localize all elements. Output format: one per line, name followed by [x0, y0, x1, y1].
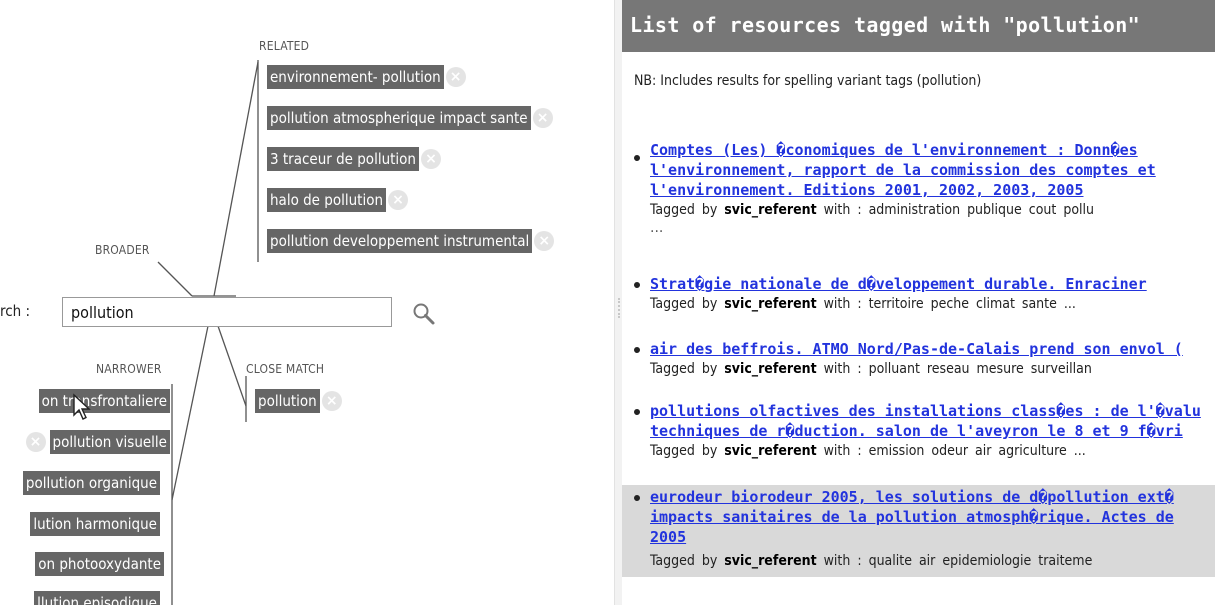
- tag-chip[interactable]: pollution organique: [22, 471, 160, 495]
- tag-chip[interactable]: on transfrontaliere: [38, 389, 170, 413]
- list-item: Strat�gie nationale de d�veloppement dur…: [622, 274, 1215, 314]
- tag-user[interactable]: svic_referent: [724, 202, 816, 218]
- resource-link[interactable]: 2005: [650, 527, 1215, 547]
- bullet: [634, 409, 640, 415]
- close-match-label: CLOSE MATCH: [246, 362, 325, 376]
- remove-tag-icon[interactable]: ×: [321, 391, 342, 411]
- tag-list[interactable]: qualite air epidemiologie traiteme: [869, 553, 1093, 569]
- bullet: [634, 495, 640, 501]
- tag-user[interactable]: svic_referent: [724, 553, 816, 569]
- tag-chip[interactable]: 3 traceur de pollution: [267, 147, 419, 171]
- with-word: with :: [823, 443, 862, 459]
- tagged-prefix: Tagged by: [650, 361, 718, 377]
- narrower-label: NARROWER: [96, 362, 162, 376]
- remove-tag-icon[interactable]: ×: [534, 231, 555, 251]
- mouse-pointer-icon: [73, 393, 91, 420]
- tag-list[interactable]: territoire peche climat sante ...: [869, 296, 1076, 312]
- resource-link[interactable]: Comptes (Les) �conomiques de l'environne…: [650, 140, 1215, 160]
- narrower-tag[interactable]: pollution organique: [22, 470, 160, 496]
- tag-chip[interactable]: lution harmonique: [30, 512, 160, 536]
- with-word: with :: [823, 553, 862, 569]
- remove-tag-icon[interactable]: ×: [388, 190, 408, 210]
- tag-chip[interactable]: halo de pollution: [267, 188, 386, 212]
- tagged-prefix: Tagged by: [650, 296, 718, 312]
- tagged-prefix: Tagged by: [650, 553, 718, 569]
- tag-chip[interactable]: on photooxydante: [35, 552, 164, 576]
- resource-link[interactable]: pollutions olfactives des installations …: [650, 401, 1215, 421]
- results-panel: List of resources tagged with "pollution…: [622, 0, 1215, 605]
- resource-link[interactable]: l'environnement. Editions 2001, 2002, 20…: [650, 180, 1215, 200]
- search-field[interactable]: [62, 297, 392, 327]
- spelling-variant-note: NB: Includes results for spelling varian…: [634, 73, 982, 89]
- related-tag[interactable]: pollution atmospherique impact sante ×: [267, 105, 553, 131]
- narrower-tag[interactable]: × pollution visuelle: [25, 429, 170, 455]
- close-match-tag[interactable]: pollution ×: [255, 388, 342, 414]
- tag-chip[interactable]: llution episodique: [34, 591, 160, 605]
- narrower-tag[interactable]: lution harmonique: [30, 511, 160, 537]
- with-word: with :: [823, 202, 862, 218]
- tag-chip[interactable]: pollution atmospherique impact sante: [267, 106, 531, 130]
- list-item: pollutions olfactives des installations …: [622, 401, 1215, 461]
- with-word: with :: [823, 361, 862, 377]
- tag-chip[interactable]: pollution: [255, 389, 320, 413]
- resource-link[interactable]: eurodeur biorodeur 2005, les solutions d…: [650, 487, 1215, 507]
- resource-link[interactable]: techniques de r�duction. salon de l'avey…: [650, 421, 1215, 441]
- resource-link[interactable]: Strat�gie nationale de d�veloppement dur…: [650, 274, 1215, 294]
- list-item-highlighted: eurodeur biorodeur 2005, les solutions d…: [622, 485, 1215, 577]
- search-label: rch :: [0, 302, 31, 320]
- related-tag[interactable]: pollution developpement instrumental ×: [267, 228, 555, 254]
- tag-list[interactable]: administration publique cout pollu: [869, 202, 1094, 218]
- remove-tag-icon[interactable]: ×: [445, 67, 466, 87]
- tag-user[interactable]: svic_referent: [724, 361, 816, 377]
- list-item: Comptes (Les) �conomiques de l'environne…: [622, 140, 1215, 236]
- remove-tag-icon[interactable]: ×: [25, 432, 46, 452]
- narrower-tag[interactable]: llution episodique: [34, 590, 160, 605]
- tagged-by-line: Tagged by svic_referent with : territoir…: [650, 294, 1215, 314]
- related-tag[interactable]: halo de pollution ×: [267, 187, 408, 213]
- tag-list[interactable]: emission odeur air agriculture ...: [869, 443, 1086, 459]
- tagged-by-line: Tagged by svic_referent with : polluant …: [650, 359, 1215, 379]
- bullet: [634, 282, 640, 288]
- resource-link[interactable]: impacts sanitaires de la pollution atmos…: [650, 507, 1215, 527]
- tag-graph-panel: RELATED BROADER NARROWER CLOSE MATCH env…: [0, 0, 610, 605]
- tag-list[interactable]: polluant reseau mesure surveillan: [869, 361, 1092, 377]
- with-word: with :: [823, 296, 862, 312]
- tag-user[interactable]: svic_referent: [724, 296, 816, 312]
- resource-link[interactable]: l'environnement, rapport de la commissio…: [650, 160, 1215, 180]
- bullet: [634, 347, 640, 353]
- tagged-prefix: Tagged by: [650, 443, 718, 459]
- tag-chip[interactable]: pollution visuelle: [49, 430, 170, 454]
- tagged-by-line: Tagged by svic_referent with : qualite a…: [650, 551, 1215, 571]
- related-tag[interactable]: environnement- pollution ×: [267, 64, 466, 90]
- related-tag[interactable]: 3 traceur de pollution ×: [267, 146, 441, 172]
- remove-tag-icon[interactable]: ×: [420, 149, 441, 169]
- narrower-tag[interactable]: on transfrontaliere: [38, 388, 170, 414]
- related-label: RELATED: [259, 39, 310, 53]
- broader-label: BROADER: [95, 243, 150, 257]
- results-header: List of resources tagged with "pollution…: [622, 0, 1215, 52]
- narrower-tag[interactable]: on photooxydante: [35, 551, 164, 577]
- tag-chip[interactable]: pollution developpement instrumental: [267, 229, 533, 253]
- list-item: air des beffrois. ATMO Nord/Pas-de-Calai…: [622, 339, 1215, 379]
- bullet: [634, 155, 640, 161]
- remove-tag-icon[interactable]: ×: [532, 108, 553, 128]
- tagged-by-line: Tagged by svic_referent with : administr…: [650, 200, 1215, 220]
- tagged-prefix: Tagged by: [650, 202, 718, 218]
- resource-link[interactable]: air des beffrois. ATMO Nord/Pas-de-Calai…: [650, 339, 1215, 359]
- tag-user[interactable]: svic_referent: [724, 443, 816, 459]
- tag-chip[interactable]: environnement- pollution: [267, 65, 444, 89]
- more-tags[interactable]: ...: [650, 220, 1215, 236]
- search-input[interactable]: [63, 298, 391, 326]
- tagged-by-line: Tagged by svic_referent with : emission …: [650, 441, 1215, 461]
- magnifier-icon[interactable]: [410, 300, 438, 328]
